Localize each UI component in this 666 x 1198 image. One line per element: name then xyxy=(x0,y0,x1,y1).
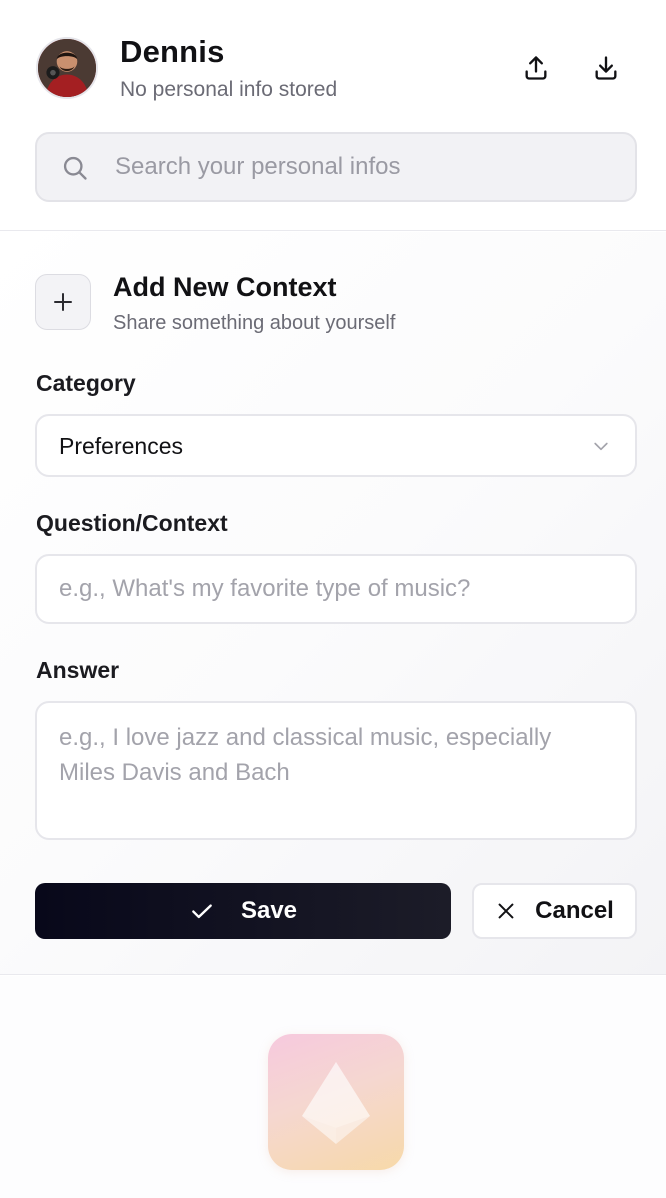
diamond-logo-icon xyxy=(302,1062,370,1144)
profile-header: Dennis No personal info stored xyxy=(0,0,666,231)
avatar xyxy=(36,37,98,99)
answer-textarea[interactable] xyxy=(37,703,635,838)
check-icon xyxy=(192,904,212,919)
user-status: No personal info stored xyxy=(120,78,338,101)
category-select[interactable]: Preferences xyxy=(35,414,637,477)
category-label: Category xyxy=(36,370,136,396)
app-logo xyxy=(268,1034,404,1170)
save-button[interactable]: Save xyxy=(35,883,451,939)
search-bar[interactable] xyxy=(35,132,637,202)
form-subtitle: Share something about yourself xyxy=(113,312,396,334)
question-label: Question/Context xyxy=(36,510,228,536)
add-context-form: Add New Context Share something about yo… xyxy=(0,232,666,975)
cancel-label: Cancel xyxy=(535,897,614,924)
answer-field-wrapper xyxy=(35,701,637,840)
plus-icon xyxy=(54,293,72,311)
add-context-icon-box xyxy=(35,274,91,330)
chevron-down-icon xyxy=(594,442,608,451)
question-field-wrapper xyxy=(35,554,637,624)
category-value: Preferences xyxy=(59,433,184,459)
form-title: Add New Context xyxy=(113,272,337,302)
user-name: Dennis xyxy=(120,34,225,69)
download-button[interactable] xyxy=(588,50,624,86)
upload-button[interactable] xyxy=(518,50,554,86)
search-icon xyxy=(63,156,87,180)
answer-label: Answer xyxy=(36,657,120,683)
footer xyxy=(0,976,666,1198)
download-icon xyxy=(595,56,617,80)
save-label: Save xyxy=(240,897,298,924)
search-input[interactable] xyxy=(115,134,615,200)
close-icon xyxy=(498,903,514,919)
cancel-button[interactable]: Cancel xyxy=(472,883,637,939)
upload-icon xyxy=(525,56,547,80)
question-input[interactable] xyxy=(37,556,635,622)
